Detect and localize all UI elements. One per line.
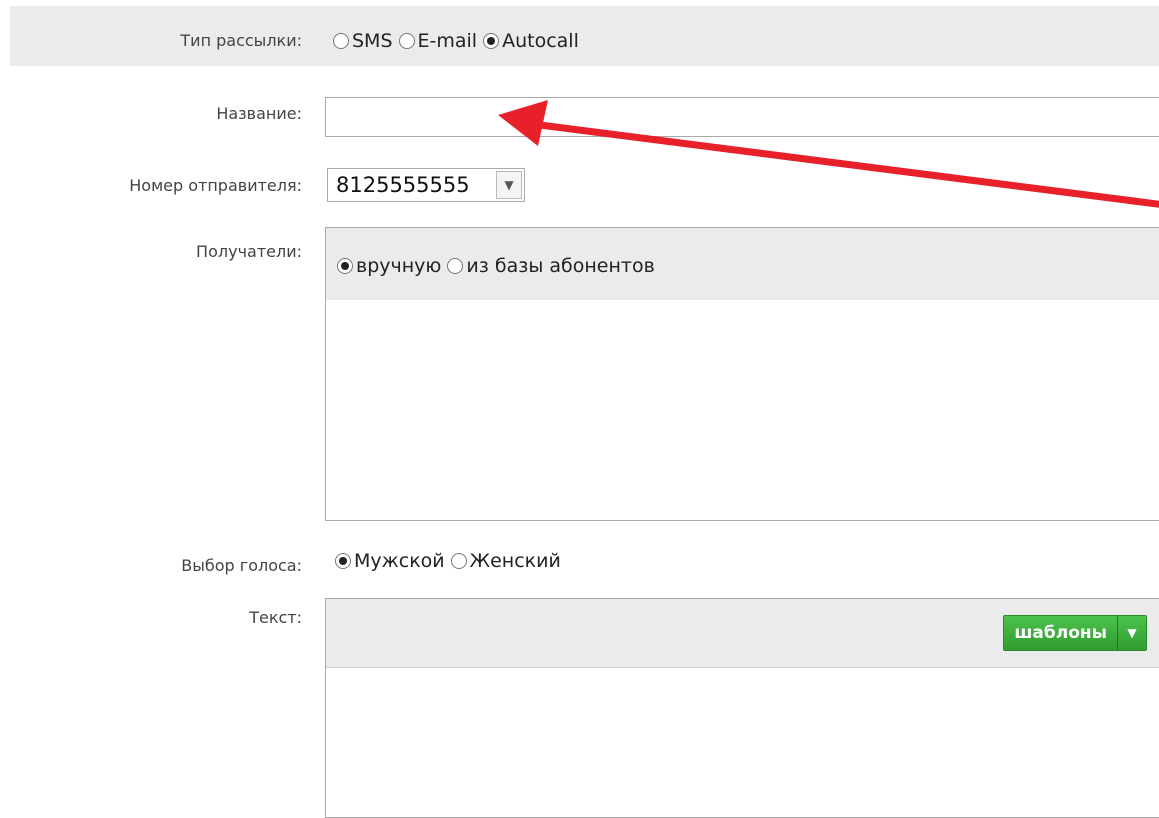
type-option-autocall[interactable]: Autocall	[483, 30, 579, 52]
recipients-option-label: вручную	[356, 255, 442, 277]
voice-option-label: Мужской	[354, 550, 445, 572]
recipients-radio-group: вручную из базы абонентов	[337, 255, 661, 277]
name-input[interactable]	[325, 97, 1159, 137]
sender-label: Номер отправителя:	[129, 176, 302, 195]
caret-down-icon[interactable]: ▼	[1117, 616, 1146, 650]
name-label: Название:	[216, 104, 302, 123]
text-label: Текст:	[249, 608, 302, 627]
text-panel: шаблоны ▼	[325, 598, 1159, 818]
recipients-option-label: из базы абонентов	[466, 255, 655, 277]
radio-manual[interactable]	[337, 258, 353, 274]
recipients-option-database[interactable]: из базы абонентов	[447, 255, 655, 277]
recipients-panel: вручную из базы абонентов	[325, 227, 1159, 521]
recipients-textarea[interactable]	[326, 300, 1159, 520]
voice-option-label: Женский	[469, 550, 561, 572]
radio-female[interactable]	[450, 553, 467, 569]
type-option-label: Autocall	[502, 30, 579, 52]
annotation-arrow-shaft	[536, 121, 1159, 208]
chevron-down-icon[interactable]: ▼	[496, 171, 522, 199]
sender-select[interactable]: 8125555555 ▼	[327, 168, 525, 202]
voice-radio-group: Мужской Женский	[335, 550, 567, 572]
type-radio-group: SMS E-mail Autocall	[333, 30, 585, 52]
voice-label: Выбор голоса:	[181, 556, 302, 575]
sender-value: 8125555555	[336, 173, 470, 197]
text-textarea[interactable]	[326, 668, 1159, 817]
radio-email[interactable]	[398, 33, 415, 49]
recipients-option-manual[interactable]: вручную	[337, 255, 441, 277]
radio-autocall[interactable]	[483, 33, 500, 49]
type-label: Тип рассылки:	[180, 31, 302, 50]
templates-button[interactable]: шаблоны	[1004, 616, 1117, 650]
type-option-email[interactable]: E-mail	[398, 30, 478, 52]
radio-database[interactable]	[447, 258, 464, 274]
templates-split-button[interactable]: шаблоны ▼	[1003, 615, 1147, 651]
voice-option-male[interactable]: Мужской	[335, 550, 445, 572]
radio-sms[interactable]	[333, 33, 349, 49]
type-option-label: E-mail	[417, 30, 478, 52]
type-option-sms[interactable]: SMS	[333, 30, 393, 52]
voice-option-female[interactable]: Женский	[450, 550, 561, 572]
radio-male[interactable]	[335, 553, 351, 569]
type-option-label: SMS	[352, 30, 393, 52]
recipients-label: Получатели:	[196, 242, 302, 261]
